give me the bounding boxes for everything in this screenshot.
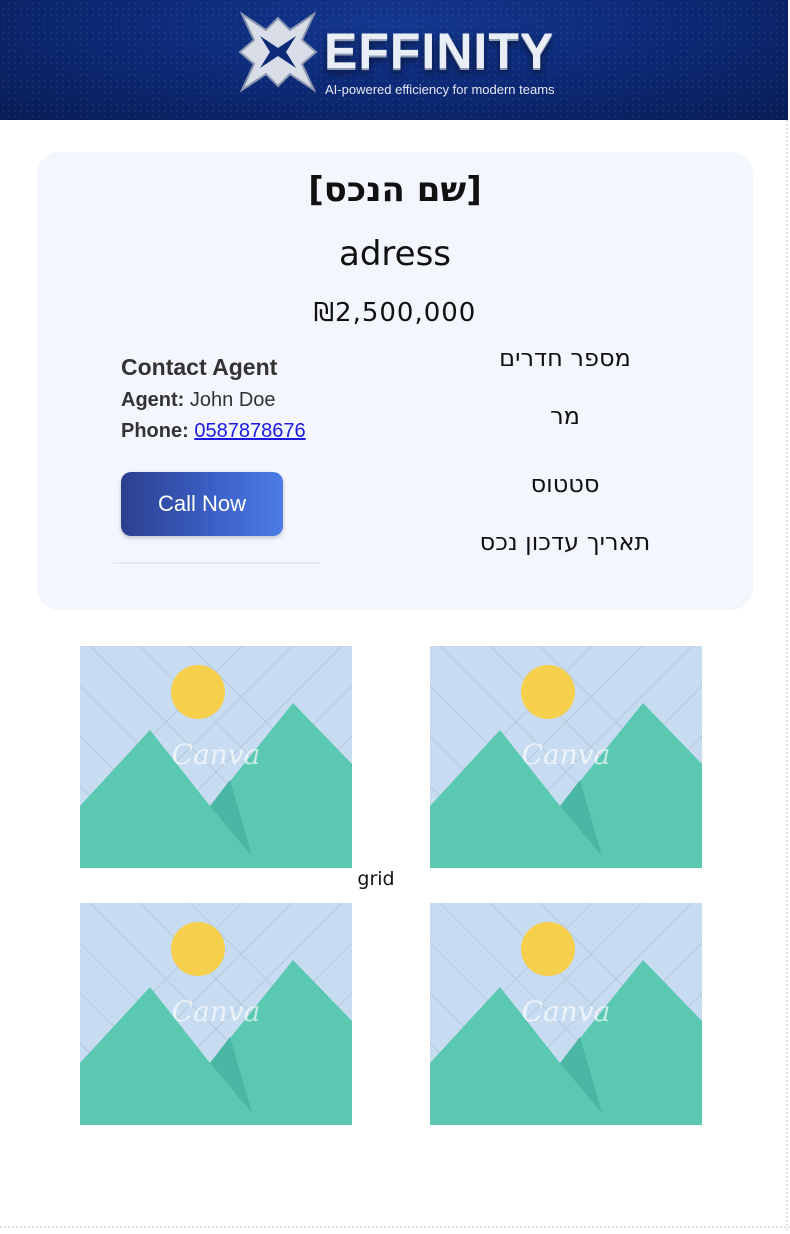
- brand-tagline: AI-powered efficiency for modern teams: [325, 82, 555, 97]
- image-placeholder-icon: Canva: [80, 903, 352, 1125]
- phone-label: Phone:: [121, 420, 189, 442]
- property-address: adress: [339, 234, 451, 274]
- watermark-text: Canva: [522, 738, 611, 771]
- phone-link[interactable]: 0587878676: [194, 420, 305, 442]
- contact-agent-panel: Contact Agent Agent: John Doe Phone: 058…: [113, 346, 320, 564]
- watermark-text: Canva: [172, 738, 261, 771]
- detail-updated-date: תאריך עדכון נכס: [479, 528, 651, 556]
- agent-name: John Doe: [189, 389, 276, 411]
- detail-rooms: מספר חדרים: [499, 344, 631, 372]
- property-price: ₪2,500,000: [313, 298, 477, 328]
- page-edge-right: [786, 120, 788, 1230]
- watermark-text: Canva: [522, 995, 611, 1028]
- property-title: [שם הנכס]: [308, 170, 482, 210]
- gallery-image[interactable]: Canva: [80, 646, 352, 868]
- detail-area: מר: [550, 402, 580, 430]
- agent-name-row: Agent: John Doe: [121, 389, 276, 412]
- contact-agent-heading: Contact Agent: [121, 354, 278, 380]
- image-placeholder-icon: Canva: [430, 646, 702, 868]
- watermark-text: Canva: [172, 995, 261, 1028]
- call-now-button[interactable]: Call Now: [121, 472, 283, 536]
- effinity-logo-icon: [238, 11, 318, 93]
- brand-name: EFFINITY: [324, 23, 555, 79]
- image-placeholder-icon: Canva: [430, 903, 702, 1125]
- header-banner: EFFINITY AI-powered efficiency for moder…: [0, 0, 788, 120]
- gallery-image[interactable]: Canva: [430, 903, 702, 1125]
- agent-phone-row: Phone: 0587878676: [121, 420, 306, 443]
- grid-label: grid: [357, 868, 395, 890]
- page-edge-bottom: [0, 1226, 790, 1228]
- gallery-image[interactable]: Canva: [80, 903, 352, 1125]
- property-card: [שם הנכס] adress ₪2,500,000 מספר חדרים מ…: [37, 152, 753, 610]
- image-placeholder-icon: Canva: [80, 646, 352, 868]
- gallery-image[interactable]: Canva: [430, 646, 702, 868]
- agent-label: Agent:: [121, 389, 185, 411]
- detail-status: סטטוס: [530, 470, 600, 498]
